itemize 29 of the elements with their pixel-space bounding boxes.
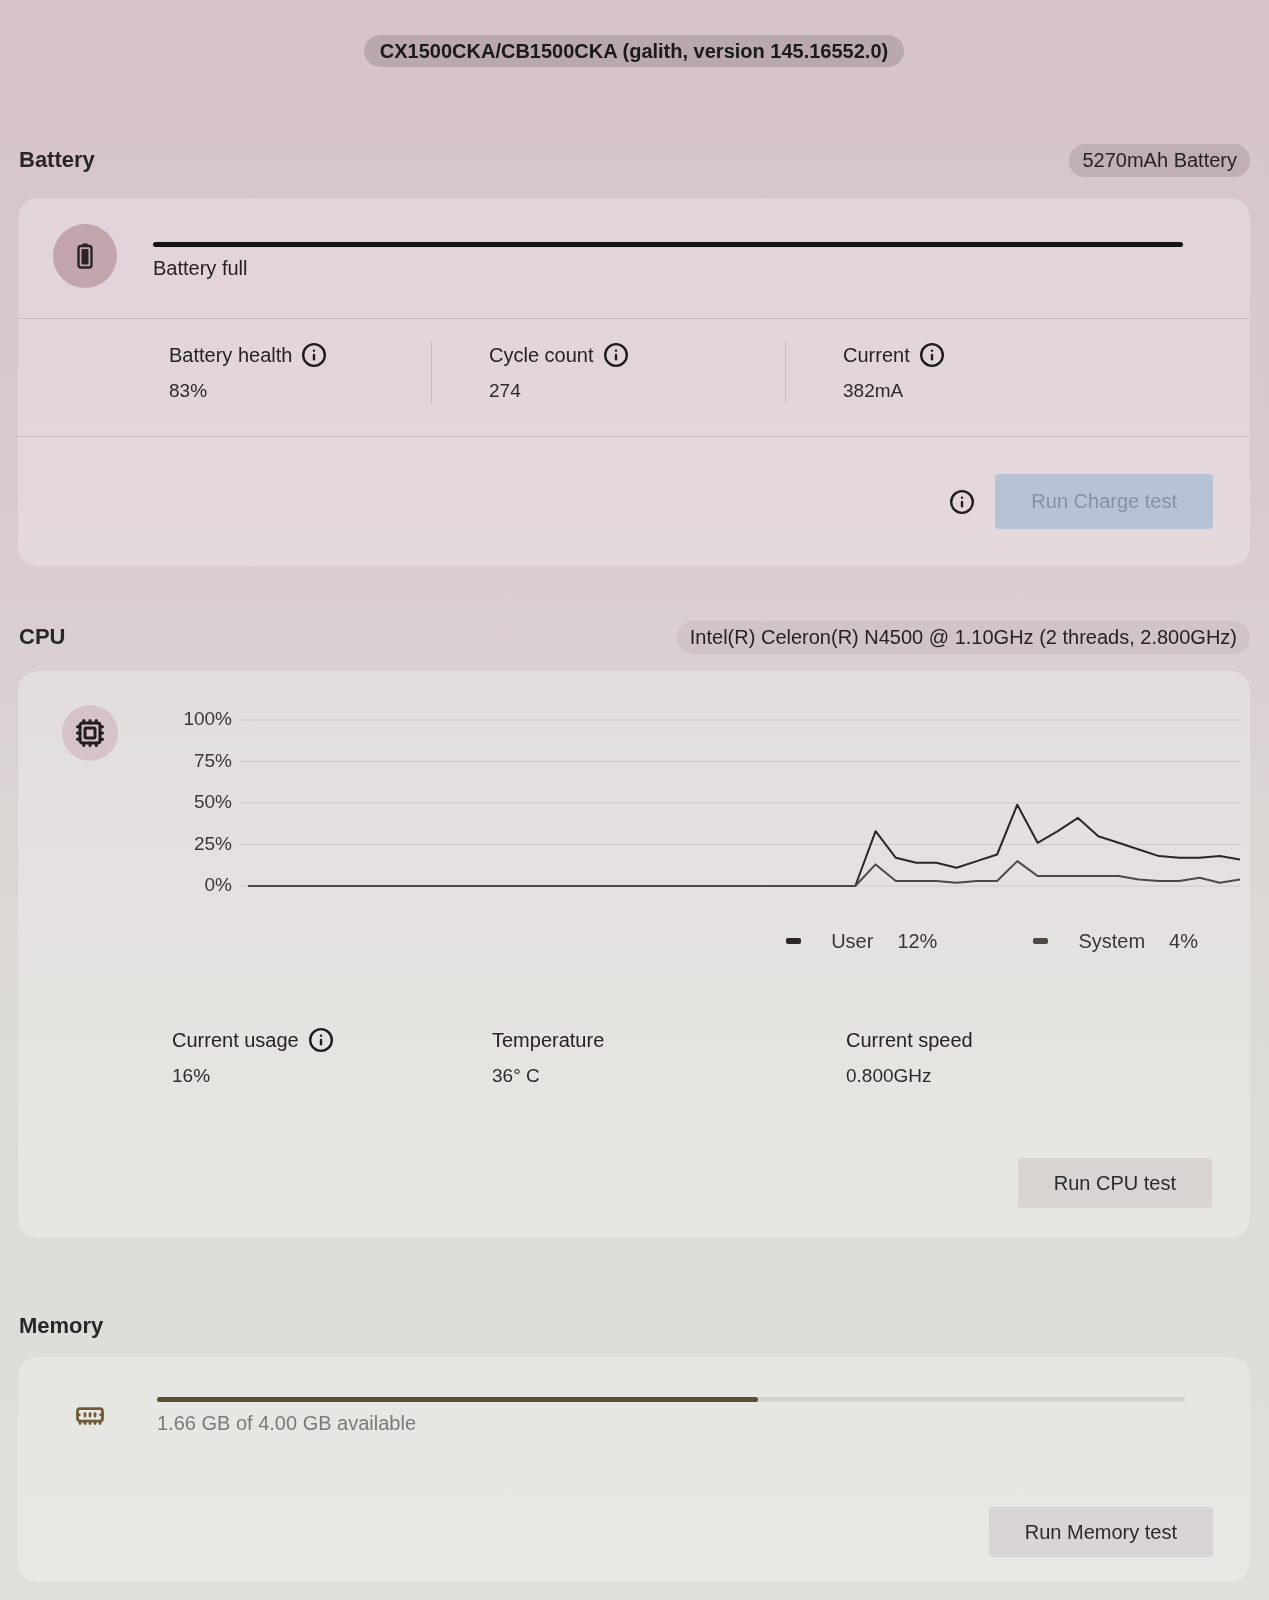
stat-value: 274: [489, 379, 521, 403]
stat-label: Current speed: [846, 1028, 973, 1052]
y-axis-label: 100%: [183, 708, 232, 729]
stat-label: Current usage: [172, 1028, 299, 1052]
device-version-label: CX1500CKA/CB1500CKA (galith, version 145.16552.0): [363, 35, 905, 67]
stat-value: 382mA: [843, 379, 904, 403]
stat-label: Current: [843, 343, 910, 367]
legend-label: System: [1078, 929, 1146, 953]
stat-value: 36° C: [492, 1064, 540, 1088]
legend-label: User: [831, 929, 874, 953]
legend-value: 4%: [1169, 929, 1198, 953]
section-title: CPU: [18, 624, 66, 650]
stat-value: 16%: [172, 1064, 211, 1088]
stat-label: Temperature: [492, 1028, 605, 1052]
battery-capacity-chip: 5270mAh Battery: [1069, 143, 1250, 177]
section-title: Memory: [18, 1313, 104, 1339]
memory-status-text: 1.66 GB of 4.00 GB available: [157, 1412, 417, 1435]
y-axis-label: 25%: [193, 832, 232, 854]
y-axis-label: 75%: [193, 749, 232, 771]
y-axis-label: 0%: [204, 874, 232, 895]
battery-status-text: Battery full: [153, 257, 248, 280]
stat-label: Battery health: [169, 343, 293, 367]
stat-value: 0.800GHz: [846, 1064, 932, 1088]
cpu-model-chip: Intel(R) Celeron(R) N4500 @ 1.10GHz (2 threads, 2.800GHz): [676, 620, 1250, 654]
y-axis-label: 50%: [193, 791, 232, 812]
stat-label: Cycle count: [489, 343, 594, 367]
stat-value: 83%: [169, 379, 208, 403]
legend-value: 12%: [897, 929, 938, 953]
section-title: Battery: [18, 147, 95, 173]
